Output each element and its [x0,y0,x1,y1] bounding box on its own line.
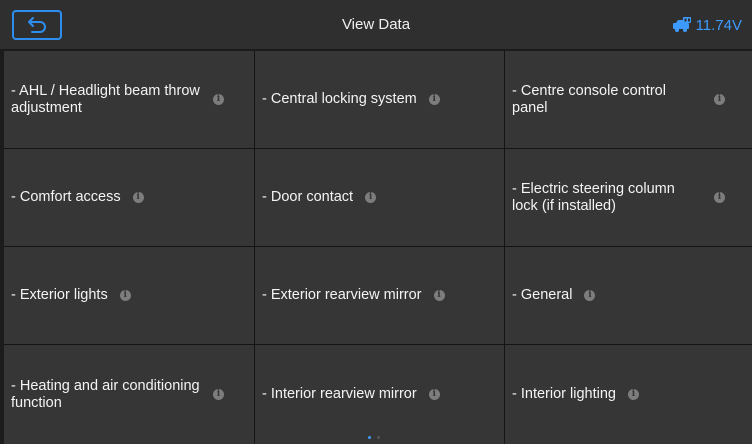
info-icon[interactable]: i [584,290,596,301]
item-label: - Exterior lights [11,287,108,303]
page-dot-active [368,436,371,439]
item-comfort-access[interactable]: - Comfort access i [4,149,254,246]
info-icon[interactable]: i [433,290,445,301]
item-label: - Central locking system [262,91,417,107]
item-exterior-mirror[interactable]: - Exterior rearview mirror i [255,247,504,344]
item-centre-console[interactable]: - Centre console control panel i [505,51,752,148]
item-central-locking[interactable]: - Central locking system i [255,51,504,148]
item-general[interactable]: - General i [505,247,752,344]
battery-voltage: 11.74V [672,0,742,50]
info-icon[interactable]: i [213,389,224,400]
item-label: - Heating and air conditioning function [11,377,200,411]
info-icon[interactable]: i [627,389,639,400]
info-icon[interactable]: i [714,192,725,203]
item-heating-ac[interactable]: - Heating and air conditioning function … [4,345,254,444]
page-indicator [368,436,380,439]
item-interior-lighting[interactable]: - Interior lighting i [505,345,752,444]
item-label: - Electric steering column lock (if inst… [512,180,675,214]
voltage-value: 11.74V [695,16,742,34]
car-battery-icon [672,17,691,32]
data-item-grid: - AHL / Headlight beam throw adjustment … [4,51,752,444]
item-exterior-lights[interactable]: - Exterior lights i [4,247,254,344]
info-icon[interactable]: i [132,192,144,203]
item-label: - Interior rearview mirror [262,386,417,402]
info-icon[interactable]: i [119,290,131,301]
item-door-contact[interactable]: - Door contact i [255,149,504,246]
info-icon[interactable]: i [714,94,725,105]
item-label: - Centre console control panel [512,82,666,116]
item-ahl-headlight[interactable]: - AHL / Headlight beam throw adjustment … [4,51,254,148]
top-bar: View Data 11.74V [0,0,752,50]
item-label: - Door contact [262,189,354,205]
item-label: - Interior lighting [512,386,616,402]
item-steering-column-lock[interactable]: - Electric steering column lock (if inst… [505,149,752,246]
info-icon[interactable]: i [428,389,440,400]
info-icon[interactable]: i [365,192,377,203]
item-interior-mirror[interactable]: - Interior rearview mirror i [255,345,504,444]
info-icon[interactable]: i [213,94,224,105]
item-label: - General [512,287,573,303]
page-dot [377,436,380,439]
item-label: - Exterior rearview mirror [262,287,422,303]
item-label: - AHL / Headlight beam throw adjustment [11,82,200,116]
info-icon[interactable]: i [428,94,440,105]
page-title: View Data [341,16,411,33]
item-label: - Comfort access [11,189,121,205]
